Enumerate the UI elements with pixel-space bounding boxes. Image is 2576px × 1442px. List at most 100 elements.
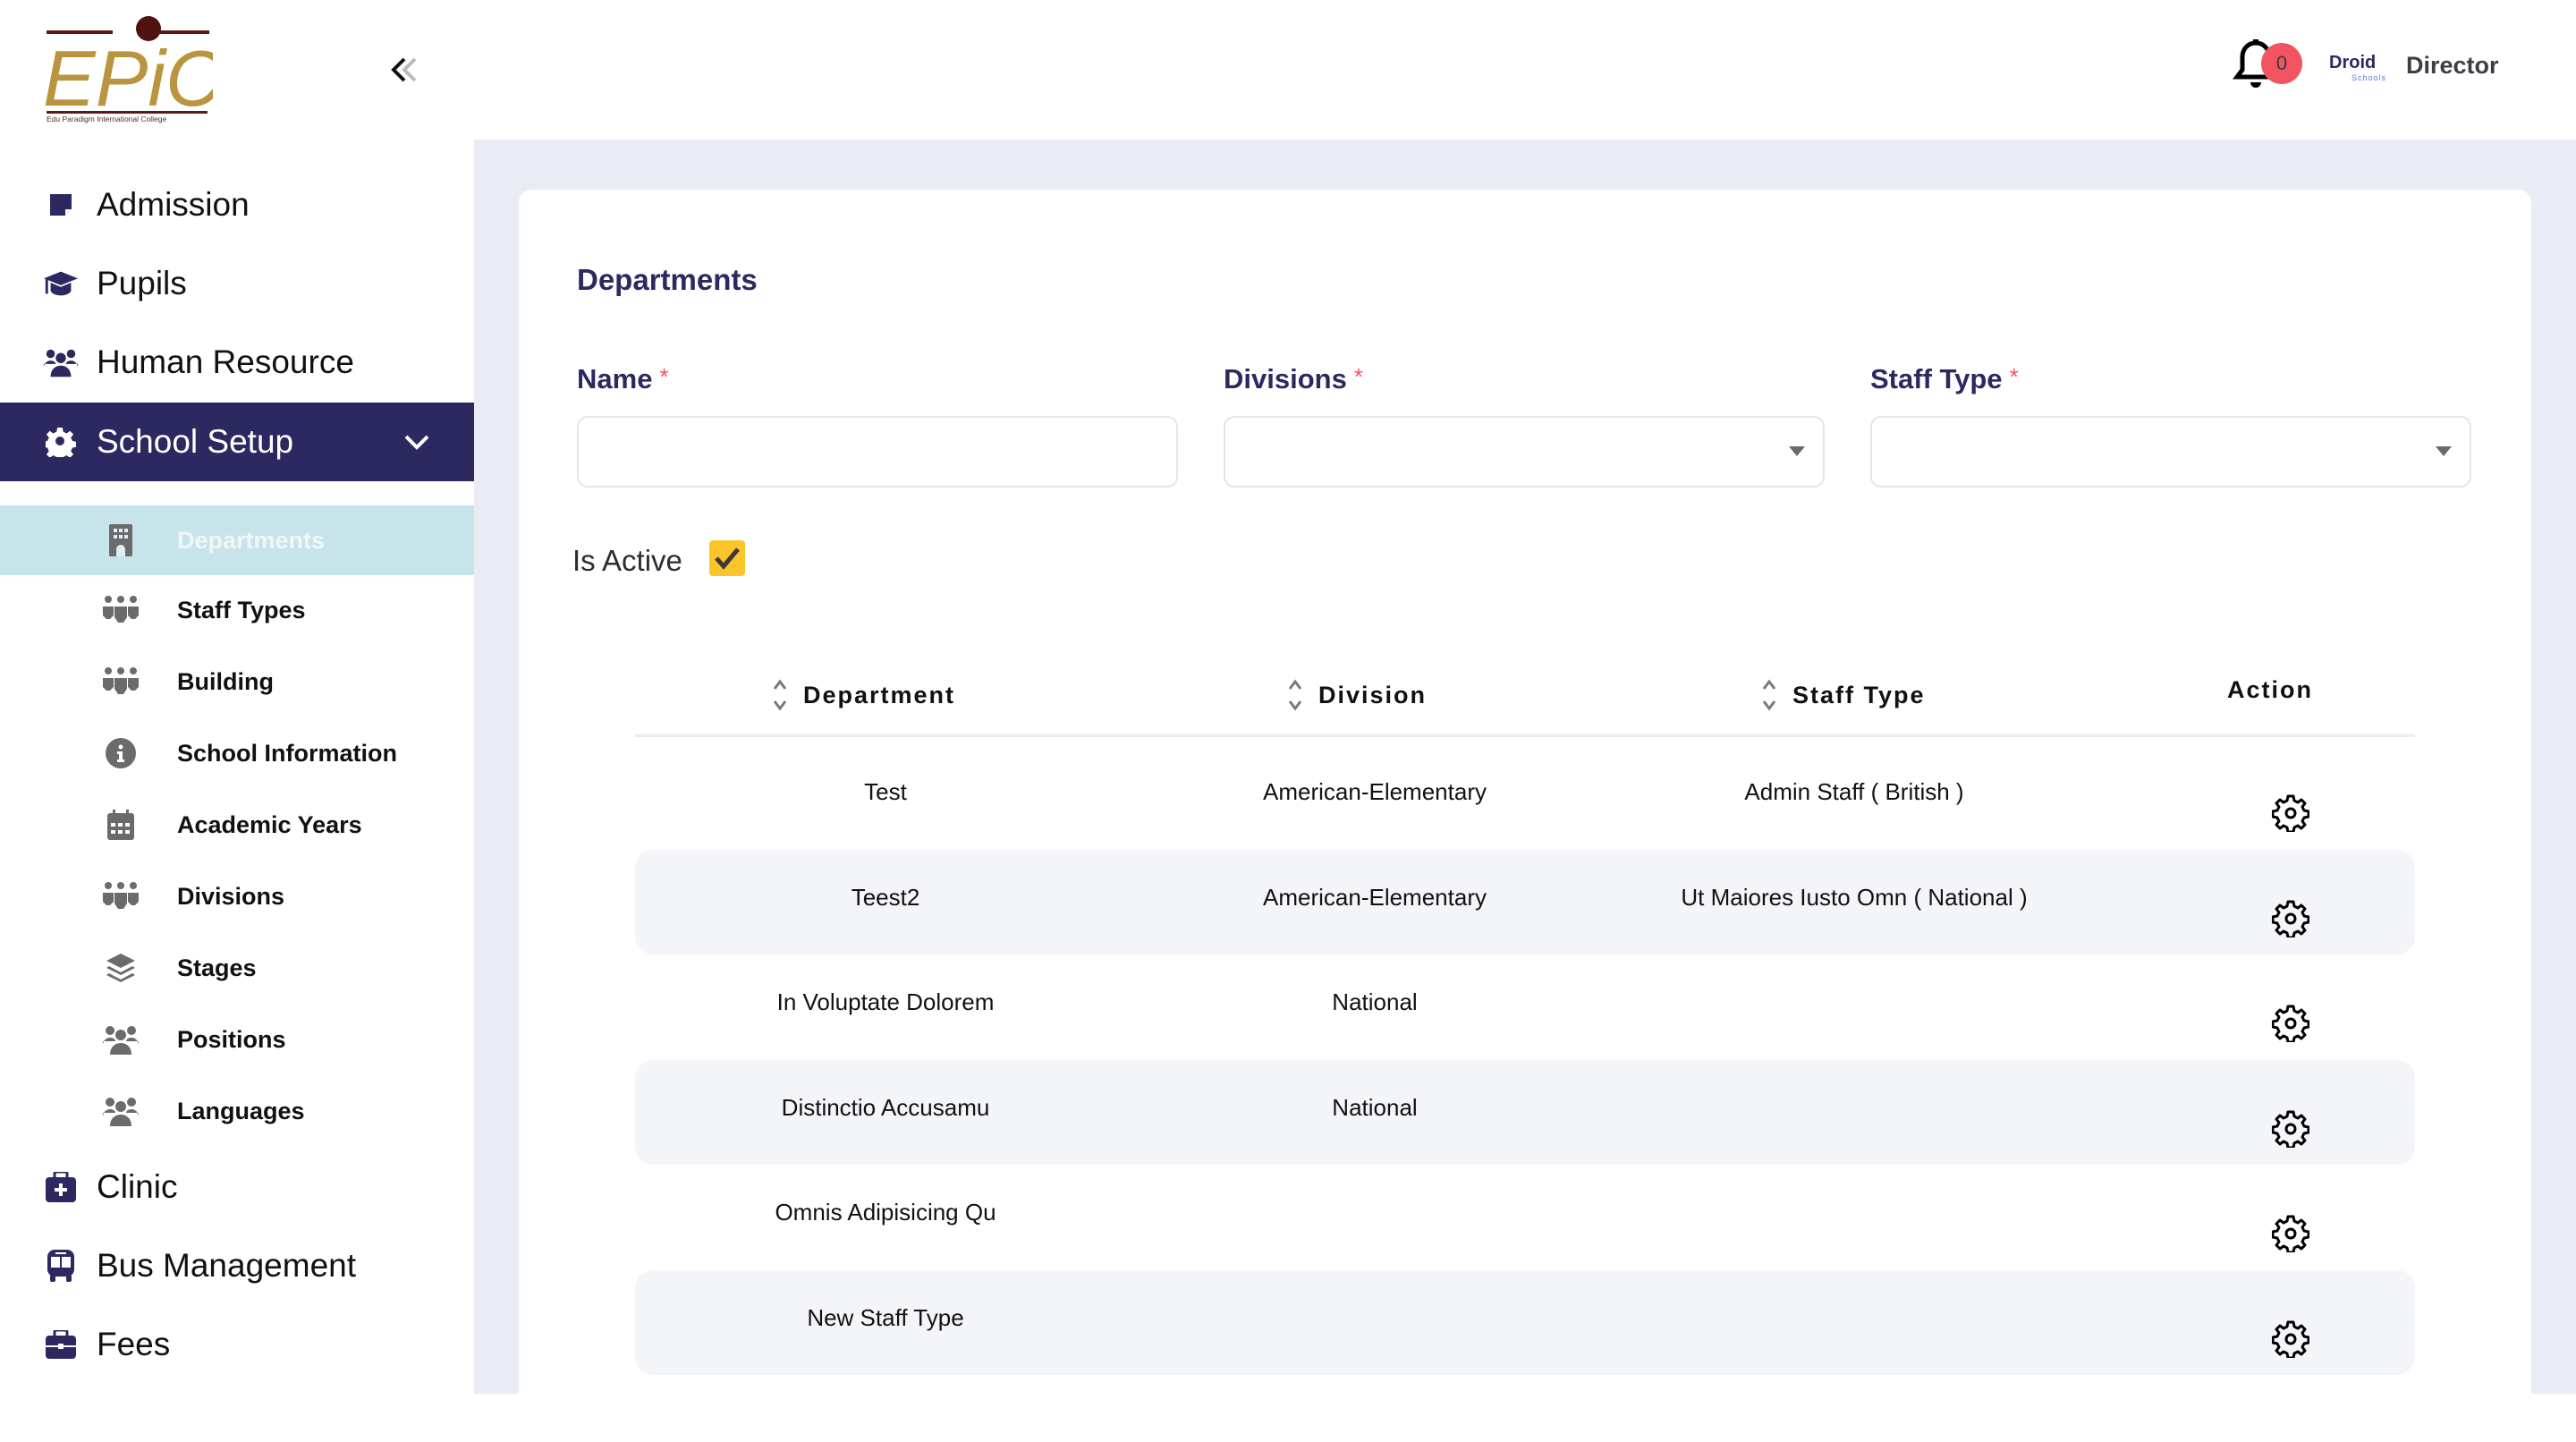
required-mark: * bbox=[659, 363, 669, 390]
sidebar-subitem-departments[interactable]: Departments bbox=[0, 505, 474, 575]
users-icon bbox=[100, 1022, 141, 1057]
cell-department: Test bbox=[864, 778, 907, 805]
sidebar-subitem-languages[interactable]: Languages bbox=[0, 1076, 474, 1146]
sidebar-subitem-school-information[interactable]: School Information bbox=[0, 718, 474, 788]
info-circle-icon bbox=[100, 735, 141, 771]
sidebar-subitem-label: Divisions bbox=[177, 882, 285, 910]
row-settings-gear-icon[interactable] bbox=[2271, 1320, 2310, 1359]
sidebar-subitem-divisions[interactable]: Divisions bbox=[0, 861, 474, 931]
divisions-label-text: Divisions bbox=[1224, 363, 1347, 394]
table-row: Omnis Adipisicing Qu bbox=[635, 1165, 2415, 1269]
table-row: Test American-Elementary Admin Staff ( Bri… bbox=[635, 744, 2415, 849]
sidebar-subitem-label: Positions bbox=[177, 1025, 286, 1053]
sidebar-subitem-label: Building bbox=[177, 667, 274, 695]
sidebar-subitem-label: Academic Years bbox=[177, 810, 362, 838]
users-icon bbox=[43, 344, 79, 380]
cell-staff-type: Ut Maiores Iusto Omn ( National ) bbox=[1681, 883, 2028, 911]
column-header-department[interactable]: Department bbox=[771, 676, 955, 714]
partner-logo-sub: Schools bbox=[2351, 73, 2386, 82]
column-header-label: Department bbox=[803, 681, 956, 708]
required-mark: * bbox=[1353, 363, 1363, 390]
users-icon bbox=[100, 1093, 141, 1129]
is-active-checkbox[interactable] bbox=[709, 540, 745, 576]
sidebar-subitem-building[interactable]: Building bbox=[0, 647, 474, 717]
sidebar-subitem-label: Staff Types bbox=[177, 596, 306, 623]
sidebar-item-label: Bus Management bbox=[97, 1247, 357, 1284]
column-header-label: Division bbox=[1318, 681, 1428, 708]
divisions-label: Divisions * bbox=[1224, 363, 1363, 395]
sidebar-item-admission[interactable]: Admission bbox=[0, 165, 474, 244]
people-group-icon bbox=[100, 664, 141, 700]
cell-staff-type: Admin Staff ( British ) bbox=[1744, 778, 1964, 805]
cell-department: New Staff Type bbox=[807, 1303, 964, 1331]
collapse-sidebar-button[interactable] bbox=[385, 50, 424, 89]
sidebar: EPiC Edu Paradigm International College … bbox=[0, 0, 474, 1394]
cell-department: Omnis Adipisicing Qu bbox=[775, 1199, 996, 1226]
sidebar-subitem-label: School Information bbox=[177, 739, 397, 767]
main-content: Departments Name * Divisions * Staff Type *… bbox=[474, 140, 2576, 1442]
notification-count-badge: 0 bbox=[2261, 43, 2302, 84]
name-label: Name * bbox=[577, 363, 669, 395]
epic-logo-graphic: EPiC Edu Paradigm International College bbox=[43, 16, 224, 123]
table-header: Department Division Staff Type Action bbox=[635, 655, 2415, 737]
sidebar-item-human-resource[interactable]: Human Resource bbox=[0, 323, 474, 402]
column-header-staff-type[interactable]: Staff Type bbox=[1760, 676, 1926, 714]
row-settings-gear-icon[interactable] bbox=[2271, 1110, 2310, 1149]
sidebar-item-school-setup[interactable]: School Setup bbox=[0, 403, 474, 481]
double-chevron-left-icon bbox=[391, 57, 417, 82]
sidebar-item-fees[interactable]: Fees bbox=[0, 1305, 474, 1384]
people-group-icon bbox=[100, 592, 141, 628]
sidebar-subitem-academic-years[interactable]: Academic Years bbox=[0, 790, 474, 860]
briefcase-icon bbox=[43, 1327, 79, 1362]
row-settings-gear-icon[interactable] bbox=[2271, 794, 2310, 834]
column-header-division[interactable]: Division bbox=[1286, 676, 1427, 714]
row-settings-gear-icon[interactable] bbox=[2271, 900, 2310, 938]
sidebar-item-label: Pupils bbox=[97, 265, 187, 301]
partner-logo-main: Droid bbox=[2329, 53, 2377, 72]
layers-icon bbox=[100, 950, 141, 986]
sort-icon bbox=[1288, 679, 1302, 711]
row-settings-gear-icon[interactable] bbox=[2271, 1005, 2310, 1044]
sidebar-item-bus-management[interactable]: Bus Management bbox=[0, 1226, 474, 1305]
column-header-label: Staff Type bbox=[1792, 681, 1926, 708]
cell-division: National bbox=[1332, 988, 1418, 1015]
sort-icon bbox=[773, 679, 787, 711]
column-header-action: Action bbox=[2227, 676, 2313, 704]
departments-card: Departments Name * Divisions * Staff Type *… bbox=[519, 190, 2531, 1442]
chevron-down-icon bbox=[404, 435, 429, 450]
sidebar-item-clinic[interactable]: Clinic bbox=[0, 1148, 474, 1226]
sidebar-subitem-label: Languages bbox=[177, 1097, 305, 1124]
caret-down-icon bbox=[2436, 446, 2452, 456]
cell-department: In Voluptate Dolorem bbox=[776, 988, 995, 1015]
people-group-icon bbox=[100, 878, 141, 914]
sidebar-subitem-staff-types[interactable]: Staff Types bbox=[0, 575, 474, 645]
divisions-select[interactable] bbox=[1224, 416, 1825, 488]
calendar-icon bbox=[100, 807, 141, 843]
table-row: New Staff Type bbox=[635, 1269, 2415, 1375]
sidebar-item-label: Human Resource bbox=[97, 344, 354, 380]
cell-department: Teest2 bbox=[851, 883, 920, 911]
caret-down-icon bbox=[1789, 446, 1805, 456]
checkmark-icon bbox=[715, 547, 740, 570]
table-row: Distinctio Accusamu National bbox=[635, 1059, 2415, 1165]
user-role-menu[interactable]: Director bbox=[2406, 52, 2499, 80]
logo-text: EPiC bbox=[43, 34, 213, 123]
gear-icon bbox=[43, 424, 79, 460]
sidebar-subitem-positions[interactable]: Positions bbox=[0, 1005, 474, 1074]
sidebar-item-label: Fees bbox=[97, 1326, 171, 1362]
name-input[interactable] bbox=[577, 416, 1178, 488]
cell-division: American-Elementary bbox=[1263, 883, 1487, 911]
is-active-label: Is Active bbox=[572, 544, 682, 577]
sidebar-item-pupils[interactable]: Pupils bbox=[0, 244, 474, 323]
sidebar-subitem-label: Stages bbox=[177, 954, 257, 981]
staff-type-select[interactable] bbox=[1870, 416, 2471, 488]
droid-schools-logo: Droid Schools bbox=[2329, 54, 2386, 84]
note-sticky-icon bbox=[43, 187, 79, 223]
row-settings-gear-icon[interactable] bbox=[2271, 1215, 2310, 1254]
bus-icon bbox=[43, 1248, 79, 1284]
epic-logo[interactable]: EPiC Edu Paradigm International College bbox=[43, 16, 224, 123]
name-label-text: Name bbox=[577, 363, 653, 394]
sidebar-item-label: Clinic bbox=[97, 1168, 178, 1205]
cell-department: Distinctio Accusamu bbox=[781, 1093, 990, 1121]
sidebar-subitem-stages[interactable]: Stages bbox=[0, 933, 474, 1003]
